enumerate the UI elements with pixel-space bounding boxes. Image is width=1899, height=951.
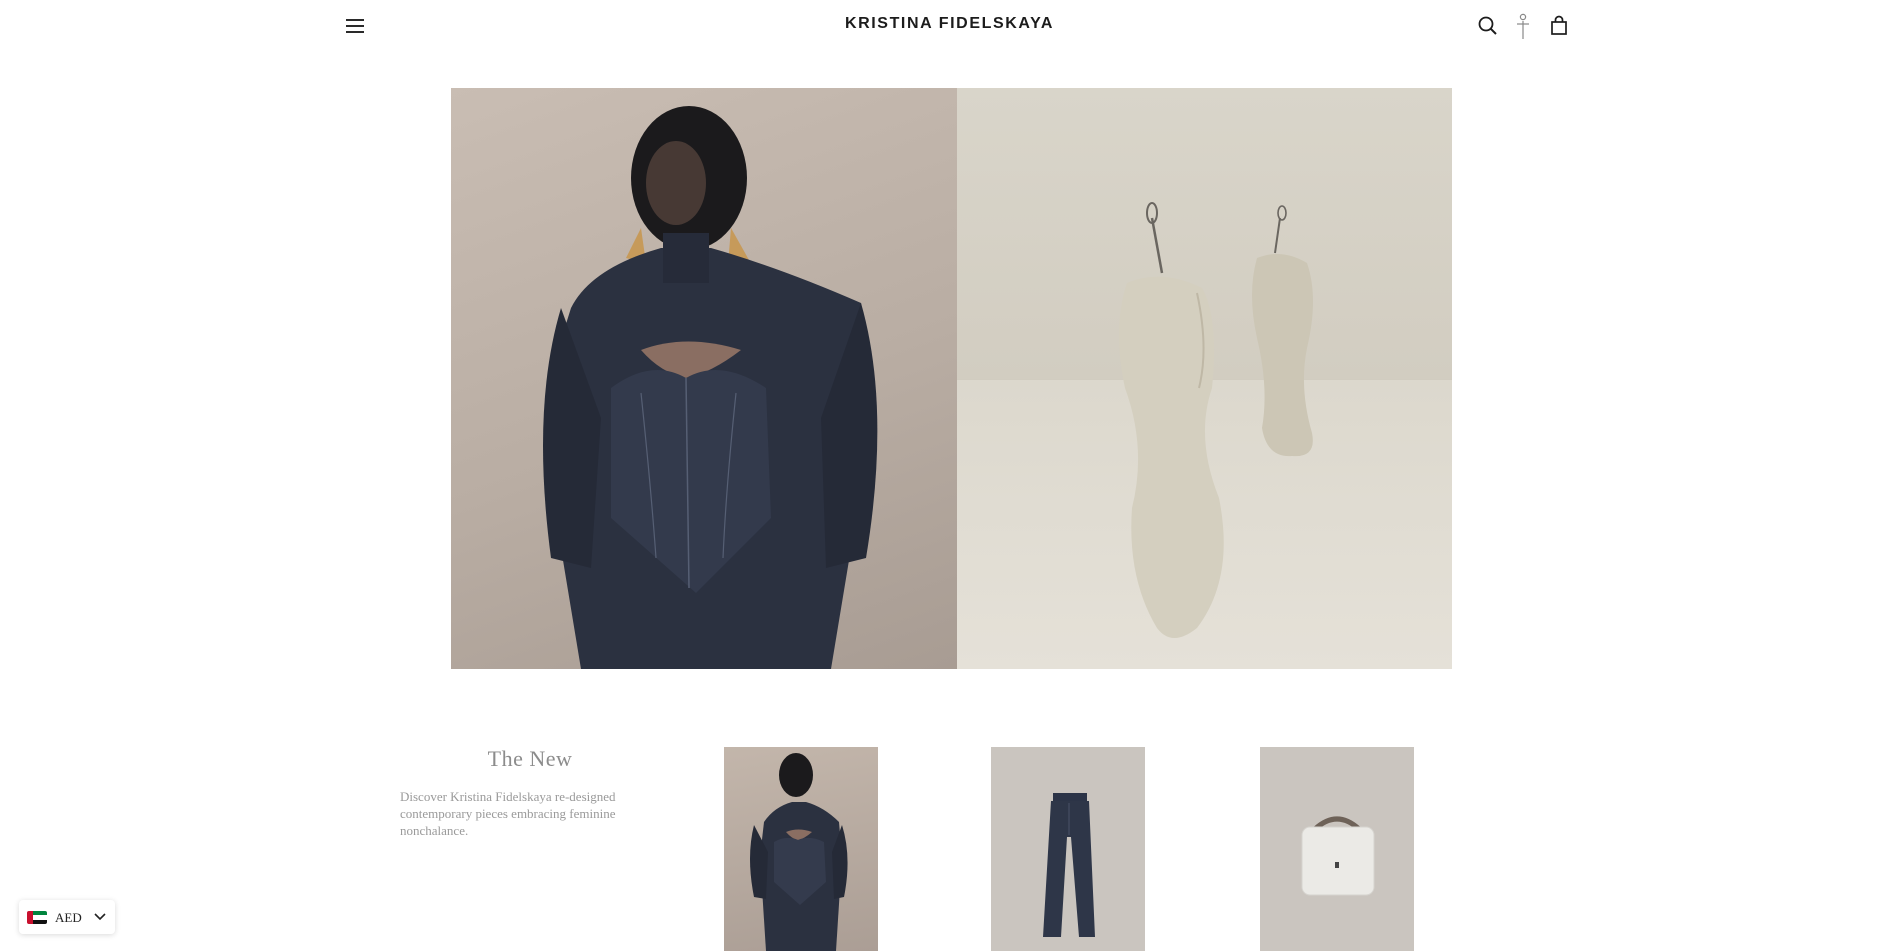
hero-banner[interactable] — [451, 88, 1452, 669]
uae-flag-icon — [27, 911, 47, 924]
hero-mannequin-image — [957, 88, 1452, 669]
shopping-bag-icon[interactable] — [1548, 15, 1570, 37]
currency-selector[interactable]: AED — [19, 900, 115, 934]
chevron-down-icon — [94, 913, 106, 921]
product-card-trousers[interactable] — [991, 747, 1145, 951]
product-card-handbag[interactable] — [1260, 747, 1414, 951]
product-card-dress[interactable] — [724, 747, 878, 951]
site-header: KRISTINA FIDELSKAYA — [0, 0, 1899, 56]
hero-model-image — [451, 88, 957, 669]
page: KRISTINA FIDELSKAYA The New Discover Kri… — [0, 0, 1899, 951]
search-icon[interactable] — [1477, 15, 1499, 37]
brand-logo[interactable]: KRISTINA FIDELSKAYA — [0, 15, 1899, 33]
section-title: The New — [487, 746, 573, 771]
section-description: Discover Kristina Fidelskaya re-designed… — [400, 789, 616, 838]
account-figure-icon[interactable] — [1512, 13, 1534, 41]
currency-code: AED — [55, 910, 82, 925]
